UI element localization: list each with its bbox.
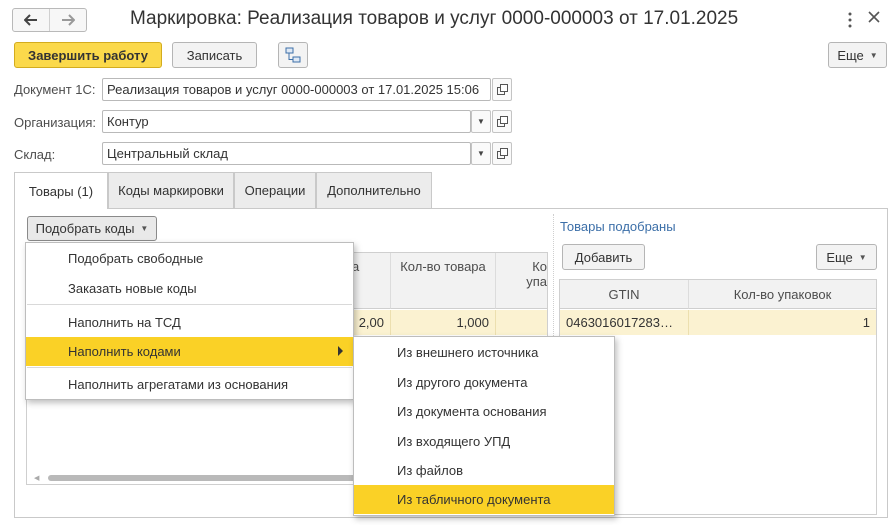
chevron-down-icon: ▼ [477,149,485,158]
menu-item-order-new-codes[interactable]: Заказать новые коды [26,274,353,303]
save-button[interactable]: Записать [172,42,257,68]
submenu-item-spreadsheet-document[interactable]: Из табличного документа [354,485,614,514]
finish-work-button[interactable]: Завершить работу [14,42,162,68]
menu-item-pick-free[interactable]: Подобрать свободные [26,244,353,273]
submenu-arrow-icon [338,346,343,356]
warehouse-dropdown-button[interactable]: ▼ [471,142,491,165]
tab-operations[interactable]: Операции [234,172,316,208]
document-open-button[interactable] [492,78,512,101]
forward-button[interactable] [49,9,86,31]
chevron-down-icon: ▼ [140,224,149,233]
right-more-button[interactable]: Еще ▼ [816,244,877,270]
pick-codes-menu: Подобрать свободные Заказать новые коды … [25,242,354,400]
more-button[interactable]: Еще ▼ [828,42,887,68]
chevron-down-icon: ▼ [858,252,867,262]
organization-field[interactable]: Контур [102,110,471,133]
chevron-down-icon: ▼ [477,117,485,126]
picked-cell-qty[interactable]: 1 [689,310,876,335]
tab-additional[interactable]: Дополнительно [316,172,432,208]
menu-item-label: Наполнить кодами [68,344,181,359]
warehouse-field[interactable]: Центральный склад [102,142,471,165]
structure-icon [285,47,301,63]
submenu-item-external-source[interactable]: Из внешнего источника [354,338,614,367]
picked-col-header-qty[interactable]: Кол-во упаковок [689,280,876,309]
fill-codes-submenu: Из внешнего источника Из другого докумен… [353,336,615,516]
submenu-item-files[interactable]: Из файлов [354,456,614,485]
warehouse-label: Склад: [14,147,56,162]
submenu-item-base-document[interactable]: Из документа основания [354,397,614,426]
warehouse-open-button[interactable] [492,142,512,165]
history-nav [12,8,87,32]
goods-col-header[interactable]: Ко упа [496,253,547,309]
submenu-item-incoming-upd[interactable]: Из входящего УПД [354,427,614,456]
pick-codes-label: Подобрать коды [35,221,135,236]
picked-cell-gtin[interactable]: 0463016017283… [560,310,689,335]
arrow-left-icon [24,14,37,26]
right-more-label: Еще [826,249,853,265]
tab-goods[interactable]: Товары (1) [14,172,108,209]
kebab-menu-icon[interactable] [845,10,855,30]
organization-label: Организация: [14,115,97,130]
document-field[interactable]: Реализация товаров и услуг 0000-000003 о… [102,78,491,101]
goods-col-header-line: Ко [532,259,547,274]
more-label: Еще [837,47,864,63]
goods-cell[interactable]: 1,000 [391,310,496,335]
open-link-icon [496,84,508,95]
picked-goods-header: Товары подобраны [560,219,676,234]
organization-open-button[interactable] [492,110,512,133]
goods-cell[interactable] [496,310,547,335]
close-icon[interactable] [866,9,882,25]
goods-col-header-line: упа [526,274,547,289]
pick-codes-button[interactable]: Подобрать коды ▼ [27,216,157,241]
open-link-icon [496,148,508,159]
menu-separator [27,367,352,368]
submenu-item-other-document[interactable]: Из другого документа [354,368,614,397]
picked-col-header-gtin[interactable]: GTIN [560,280,689,309]
menu-separator [27,304,352,305]
menu-item-fill-aggregates[interactable]: Наполнить агрегатами из основания [26,370,353,399]
document-label: Документ 1С: [14,82,96,97]
arrow-right-icon [62,14,75,26]
menu-item-fill-with-codes[interactable]: Наполнить кодами [26,337,353,366]
chevron-down-icon: ▼ [869,50,878,60]
tab-marking-codes[interactable]: Коды маркировки [108,172,234,208]
open-link-icon [496,116,508,127]
window-title: Маркировка: Реализация товаров и услуг 0… [130,8,739,29]
organization-dropdown-button[interactable]: ▼ [471,110,491,133]
goods-col-header[interactable]: Кол-во товара [391,253,496,309]
structure-button[interactable] [278,42,308,68]
scroll-left-arrow[interactable]: ◀ [34,474,46,482]
menu-item-fill-from-tsd[interactable]: Наполнить на ТСД [26,308,353,337]
back-button[interactable] [13,9,49,31]
horizontal-scrollbar[interactable] [48,475,368,481]
add-button[interactable]: Добавить [562,244,645,270]
